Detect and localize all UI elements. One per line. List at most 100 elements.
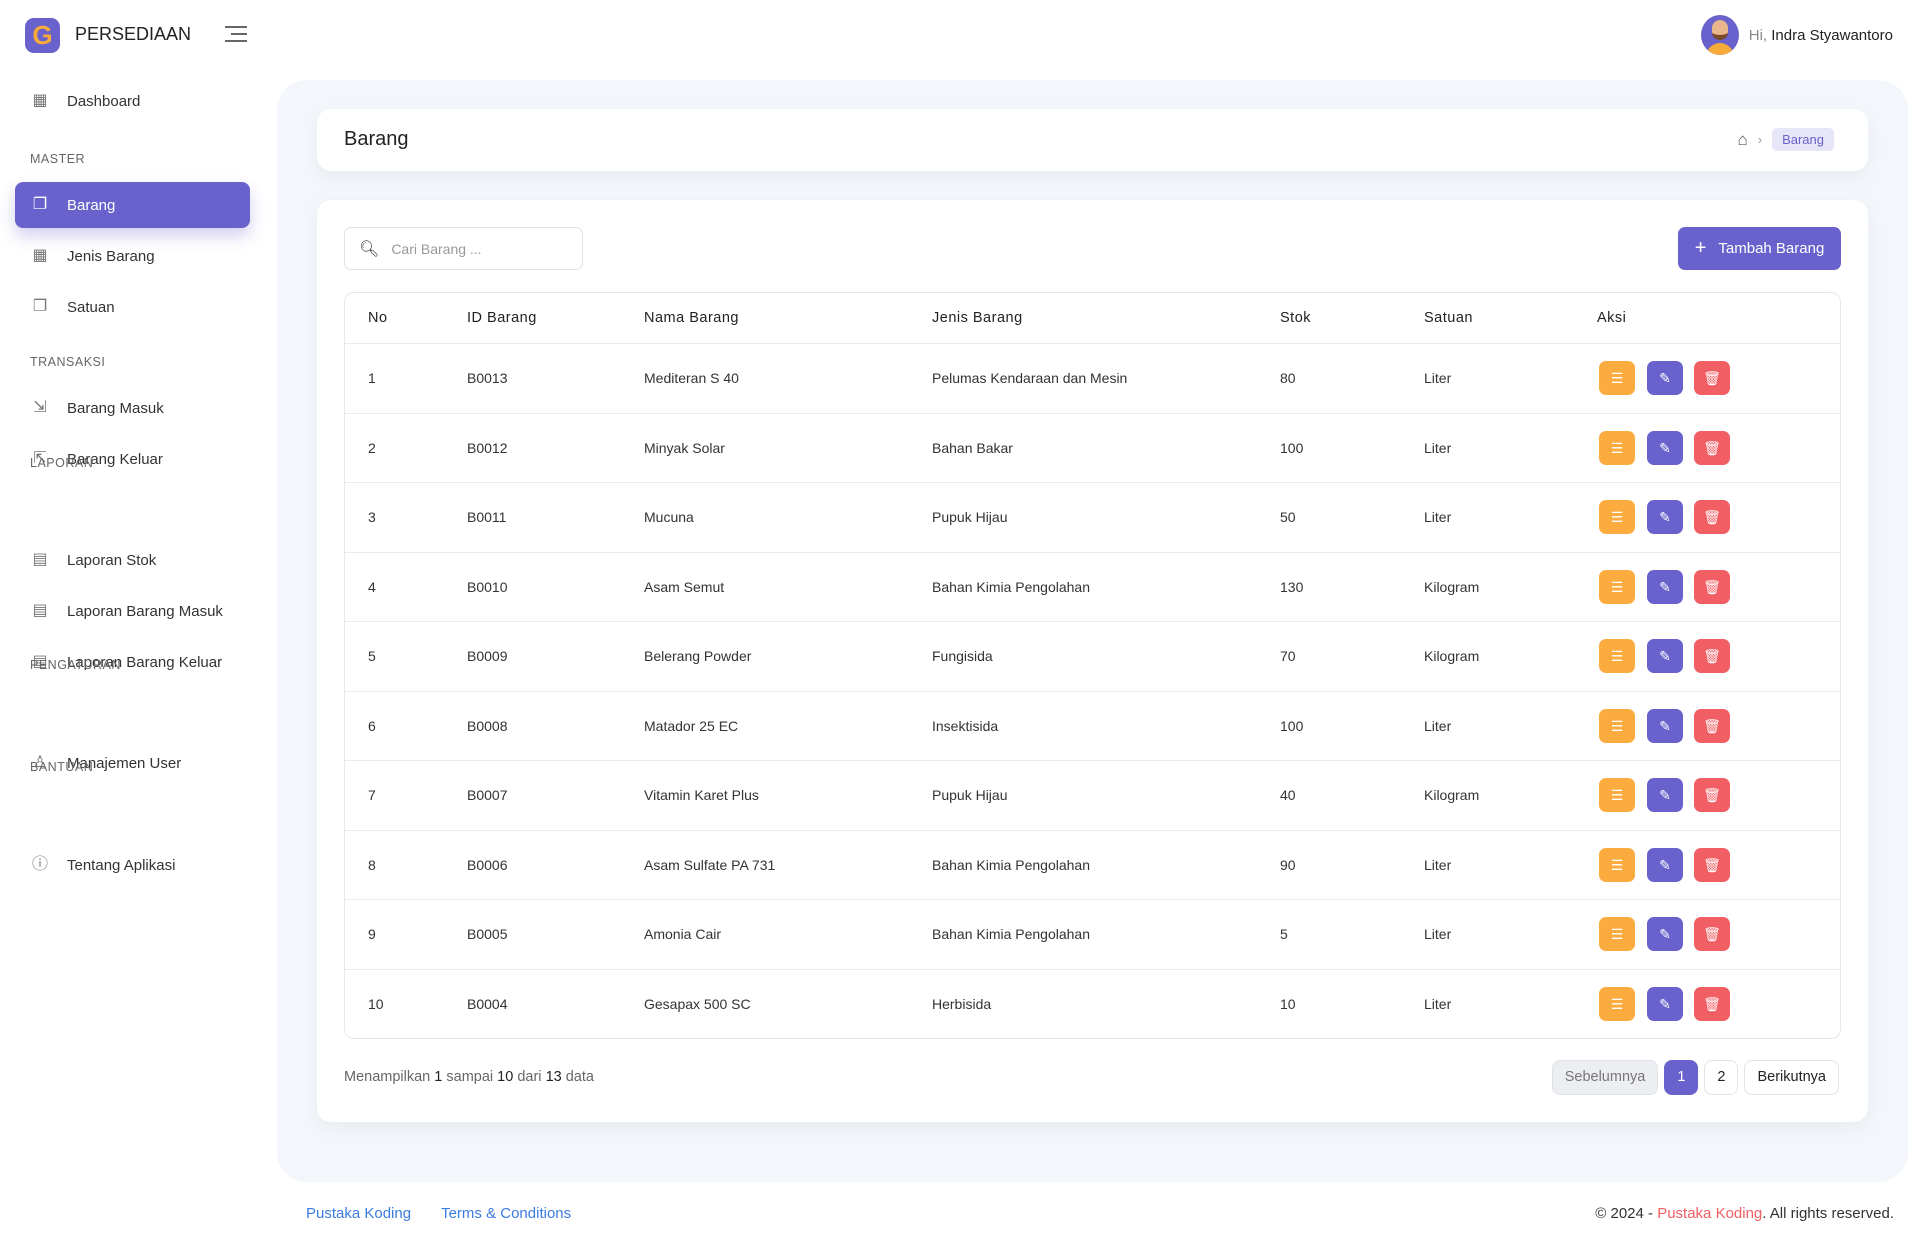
plus-icon: + — [1694, 237, 1707, 259]
edit-button[interactable]: ✎ — [1647, 778, 1683, 813]
edit-icon: ✎ — [1659, 787, 1671, 804]
table-cell: Minyak Solar — [644, 439, 725, 456]
edit-button[interactable]: ✎ — [1647, 917, 1683, 952]
table-row: 4 B0010 Asam Semut Bahan Kimia Pengolahan 13… — [345, 553, 1840, 622]
edit-button[interactable]: ✎ — [1647, 361, 1683, 396]
sidebar-item-label: Dashboard — [67, 92, 141, 110]
sidebar-item-barang-masuk[interactable]: ⇲ Barang Masuk — [15, 385, 250, 431]
user-name: Indra Styawantoro — [1771, 26, 1893, 44]
edit-icon: ✎ — [1659, 370, 1671, 387]
main-content: Barang ⌂ › Barang 🔍︎ + Tambah Barang No ID… — [277, 80, 1908, 1182]
list-icon: ☰ — [1610, 439, 1624, 456]
sidebar-item-satuan[interactable]: ❐ Satuan — [15, 284, 250, 330]
edit-button[interactable]: ✎ — [1647, 847, 1683, 882]
edit-button[interactable]: ✎ — [1647, 500, 1683, 535]
table-card: 🔍︎ + Tambah Barang No ID Barang Nama Barang… — [317, 200, 1868, 1122]
search-input[interactable] — [391, 240, 562, 257]
copyright-brand-link[interactable]: Pustaka Koding — [1657, 1205, 1762, 1222]
delete-button[interactable]: 🗑︎ — [1694, 430, 1730, 465]
menu-toggle-button[interactable] — [225, 26, 247, 42]
table-cell: 5 — [1280, 926, 1288, 943]
delete-button[interactable]: 🗑︎ — [1694, 361, 1730, 396]
table-cell: 5 — [368, 648, 376, 665]
home-icon[interactable]: ⌂ — [1737, 130, 1747, 150]
brand-name: PERSEDIAAN — [75, 24, 192, 44]
detail-button[interactable]: ☰ — [1599, 430, 1635, 465]
add-barang-button[interactable]: + Tambah Barang — [1678, 227, 1841, 270]
sidebar-item-barang[interactable]: ❐ Barang — [15, 182, 250, 228]
detail-button[interactable]: ☰ — [1599, 847, 1635, 882]
edit-button[interactable]: ✎ — [1647, 430, 1683, 465]
sidebar-section-transaksi: TRANSAKSI — [30, 355, 106, 369]
detail-button[interactable]: ☰ — [1599, 708, 1635, 743]
footer-link-terms[interactable]: Terms & Conditions — [441, 1205, 571, 1222]
detail-button[interactable]: ☰ — [1599, 361, 1635, 396]
table-cell: 3 — [368, 509, 376, 526]
delete-button[interactable]: 🗑︎ — [1694, 569, 1730, 604]
trash-icon: 🗑︎ — [1703, 996, 1721, 1013]
delete-button[interactable]: 🗑︎ — [1694, 917, 1730, 952]
edit-button[interactable]: ✎ — [1647, 639, 1683, 674]
detail-button[interactable]: ☰ — [1599, 569, 1635, 604]
edit-button[interactable]: ✎ — [1647, 708, 1683, 743]
delete-button[interactable]: 🗑︎ — [1694, 500, 1730, 535]
page-2-button[interactable]: 2 — [1704, 1060, 1739, 1095]
table-cell: 90 — [1280, 856, 1296, 873]
logo: G — [25, 18, 60, 53]
list-icon: ☰ — [1610, 370, 1624, 387]
table-cell: Pelumas Kendaraan dan Mesin — [932, 370, 1128, 387]
grid-icon: ▦ — [32, 247, 48, 264]
table-cell: 10 — [368, 996, 384, 1013]
table-row: 2 B0012 Minyak Solar Bahan Bakar 100 Liter ☰ ✎ 🗑… — [345, 414, 1840, 483]
table-cell: 100 — [1280, 439, 1304, 456]
delete-button[interactable]: 🗑︎ — [1694, 987, 1730, 1022]
detail-button[interactable]: ☰ — [1599, 987, 1635, 1022]
edit-button[interactable]: ✎ — [1647, 987, 1683, 1022]
sidebar-item-tentang-aplikasi[interactable]: ⓘ Tentang Aplikasi — [15, 842, 250, 888]
delete-button[interactable]: 🗑︎ — [1694, 639, 1730, 674]
sidebar-item-label: Barang — [67, 196, 116, 214]
table-cell: Liter — [1424, 370, 1452, 387]
prev-page-button[interactable]: Sebelumnya — [1551, 1060, 1659, 1095]
delete-button[interactable]: 🗑︎ — [1694, 778, 1730, 813]
sidebar-item-label: Laporan Stok — [67, 551, 157, 569]
user-menu[interactable]: Hi, Indra Styawantoro — [1700, 15, 1893, 55]
sidebar-item-jenis-barang[interactable]: ▦ Jenis Barang — [15, 233, 250, 279]
edit-icon: ✎ — [1659, 509, 1671, 526]
table-row: 5 B0009 Belerang Powder Fungisida 70 Kilogram… — [345, 622, 1840, 692]
edit-icon: ✎ — [1659, 926, 1671, 943]
table-cell: Liter — [1424, 856, 1452, 873]
footer-link-pustaka[interactable]: Pustaka Koding — [306, 1205, 411, 1222]
table-cell: B0009 — [467, 648, 508, 665]
detail-button[interactable]: ☰ — [1599, 778, 1635, 813]
copyright-text: © 2024 - — [1595, 1205, 1654, 1222]
data-table: No ID Barang Nama Barang Jenis Barang Stok Sa… — [344, 292, 1841, 1039]
table-cell: Fungisida — [932, 648, 993, 665]
delete-button[interactable]: 🗑︎ — [1694, 708, 1730, 743]
edit-button[interactable]: ✎ — [1647, 569, 1683, 604]
trash-icon: 🗑︎ — [1703, 370, 1721, 387]
table-cell: Kilogram — [1424, 648, 1480, 665]
delete-button[interactable]: 🗑︎ — [1694, 847, 1730, 882]
greeting: Hi, — [1748, 26, 1768, 44]
sidebar-item-dashboard[interactable]: ▦ Dashboard — [15, 78, 250, 124]
search-box[interactable]: 🔍︎ — [344, 227, 583, 270]
sidebar-item-label: Laporan Barang Masuk — [67, 602, 223, 620]
next-page-button[interactable]: Berikutnya — [1744, 1060, 1839, 1095]
table-header: No ID Barang Nama Barang Jenis Barang Stok Sa… — [345, 293, 1840, 344]
table-cell: 50 — [1280, 509, 1296, 526]
add-barang-label: Tambah Barang — [1718, 240, 1825, 257]
sidebar-item-laporan-barang-masuk[interactable]: ▤ Laporan Barang Masuk — [15, 588, 250, 634]
edit-icon: ✎ — [1659, 996, 1671, 1013]
detail-button[interactable]: ☰ — [1599, 639, 1635, 674]
table-cell: Insektisida — [932, 717, 999, 734]
detail-button[interactable]: ☰ — [1599, 917, 1635, 952]
edit-icon: ✎ — [1659, 578, 1671, 595]
detail-button[interactable]: ☰ — [1599, 500, 1635, 535]
table-cell: B0010 — [467, 578, 508, 595]
table-cell: 80 — [1280, 370, 1296, 387]
table-cell: Amonia Cair — [644, 926, 722, 943]
page-1-button[interactable]: 1 — [1664, 1060, 1699, 1095]
breadcrumb: ⌂ › Barang — [1737, 128, 1834, 151]
sidebar-item-laporan-stok[interactable]: ▤ Laporan Stok — [15, 537, 250, 583]
